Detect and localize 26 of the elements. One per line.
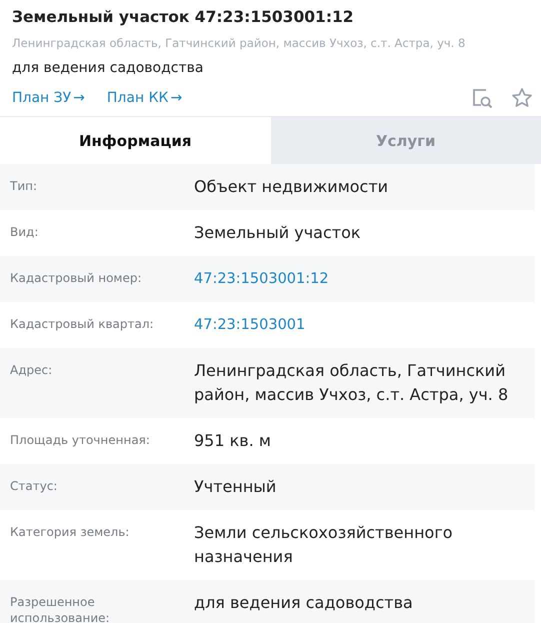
field-value: Земли сельскохозяйственного назначения (194, 522, 454, 568)
field-label: Площадь уточненная: (10, 432, 151, 449)
star-icon[interactable] (511, 87, 533, 109)
value-link[interactable]: 47:23:1503001:12 (194, 267, 329, 291)
purpose-text: для ведения садоводства (12, 60, 204, 76)
field-label: Разрешенное использование: (10, 594, 111, 623)
tab[interactable]: Услуги (270, 117, 541, 164)
field-value: Учтенный (194, 476, 276, 498)
field-label: Кадастровый номер: (10, 270, 143, 287)
field-value: Объект недвижимости (194, 176, 388, 198)
address-subtitle: Ленинградская область, Гатчинский район, массив Учхоз, с.т. Астра, уч. 8 (12, 36, 466, 50)
field-label: Статус: (10, 478, 58, 495)
field-label: Вид: (10, 224, 40, 241)
field-value: Ленинградская область, Гатчинский район, массив Учхоз, с.т. Астра, уч. 8 (194, 360, 510, 406)
field-label: Адрес: (10, 362, 54, 379)
page-title: Земельный участок 47:23:1503001:12 (12, 7, 355, 28)
field-label: Категория земель: (10, 524, 130, 541)
field-value: Земельный участок (194, 222, 361, 244)
field-value: 951 кв. м (194, 430, 271, 452)
plan-link[interactable]: План ЗУ→ (12, 90, 85, 106)
document-search-icon[interactable] (471, 87, 493, 109)
field-label: Тип: (10, 178, 38, 195)
field-value: для ведения садоводства (194, 592, 413, 614)
value-link[interactable]: 47:23:1503001 (194, 313, 306, 337)
field-label: Кадастровый квартал: (10, 316, 155, 333)
plan-link[interactable]: План КК→ (106, 90, 182, 106)
